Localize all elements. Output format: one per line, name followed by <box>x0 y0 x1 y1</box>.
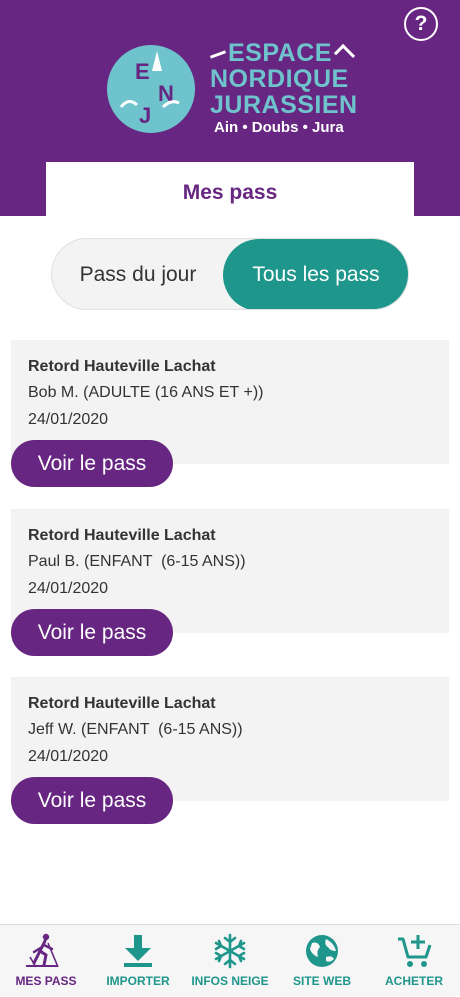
pass-card: Retord Hauteville Lachat Jeff W. (ENFANT… <box>11 677 449 824</box>
pass-station: Retord Hauteville Lachat <box>28 695 216 712</box>
globe-icon <box>306 935 338 967</box>
bottom-tab-bar: MES PASS IMPORTER INFOS NEIGE SITE WEB A… <box>0 924 460 996</box>
logo-line-nordique: NORDIQUE <box>210 65 349 93</box>
tab-label: INFOS NEIGE <box>191 974 269 988</box>
tab-mes-pass[interactable]: MES PASS <box>0 925 92 997</box>
cart-add-icon <box>398 935 432 967</box>
tab-label: MES PASS <box>15 974 77 988</box>
tab-label: SITE WEB <box>292 974 351 988</box>
logo-subtitle: Ain • Doubs • Jura <box>214 119 344 136</box>
view-pass-button[interactable]: Voir le pass <box>11 440 173 487</box>
view-pass-button[interactable]: Voir le pass <box>11 609 173 656</box>
pass-card: Retord Hauteville Lachat Paul B. (ENFANT… <box>11 509 449 656</box>
tab-site-web[interactable]: SITE WEB <box>276 925 368 997</box>
pass-holder: Paul B. (ENFANT (6-15 ANS)) <box>28 553 246 570</box>
logo-wordmark: ESPACE NORDIQUE JURASSIEN Ain • Doubs • … <box>209 40 370 136</box>
pass-station: Retord Hauteville Lachat <box>28 358 216 375</box>
pass-holder: Bob M. (ADULTE (16 ANS ET +)) <box>28 384 264 401</box>
logo-ski-tracks-icon <box>119 51 180 109</box>
toggle-pass-du-jour[interactable]: Pass du jour <box>52 239 224 309</box>
pass-card: Retord Hauteville Lachat Bob M. (ADULTE … <box>11 340 449 487</box>
logo-peak-icon <box>333 43 356 65</box>
tab-infos-neige[interactable]: INFOS NEIGE <box>184 925 276 997</box>
tab-importer[interactable]: IMPORTER <box>92 925 184 997</box>
pass-holder: Jeff W. (ENFANT (6-15 ANS)) <box>28 721 243 738</box>
logo-line-jurassien: JURASSIEN <box>210 91 358 119</box>
help-button[interactable]: ? <box>404 7 438 41</box>
page-title: Mes pass <box>46 162 414 216</box>
snowflake-icon <box>214 933 246 969</box>
tab-acheter[interactable]: ACHETER <box>368 925 460 997</box>
pass-date: 24/01/2020 <box>28 580 109 597</box>
logo-dash-icon <box>209 50 227 59</box>
logo-line-espace: ESPACE <box>209 40 370 66</box>
tab-label: IMPORTER <box>106 974 170 988</box>
app-header: ? E N J ESPACE NORDIQUE JURASSIEN Ain • … <box>0 0 460 216</box>
toggle-tous-les-pass[interactable]: Tous les pass <box>223 239 408 309</box>
pass-filter-toggle: Pass du jour Tous les pass <box>51 238 409 310</box>
pass-station: Retord Hauteville Lachat <box>28 527 216 544</box>
pass-date: 24/01/2020 <box>28 748 109 765</box>
download-icon <box>124 935 152 967</box>
logo-emblem: E N J <box>107 45 195 133</box>
view-pass-button[interactable]: Voir le pass <box>11 777 173 824</box>
tab-label: ACHETER <box>384 974 443 988</box>
pass-date: 24/01/2020 <box>28 411 109 428</box>
skier-icon <box>26 933 59 968</box>
